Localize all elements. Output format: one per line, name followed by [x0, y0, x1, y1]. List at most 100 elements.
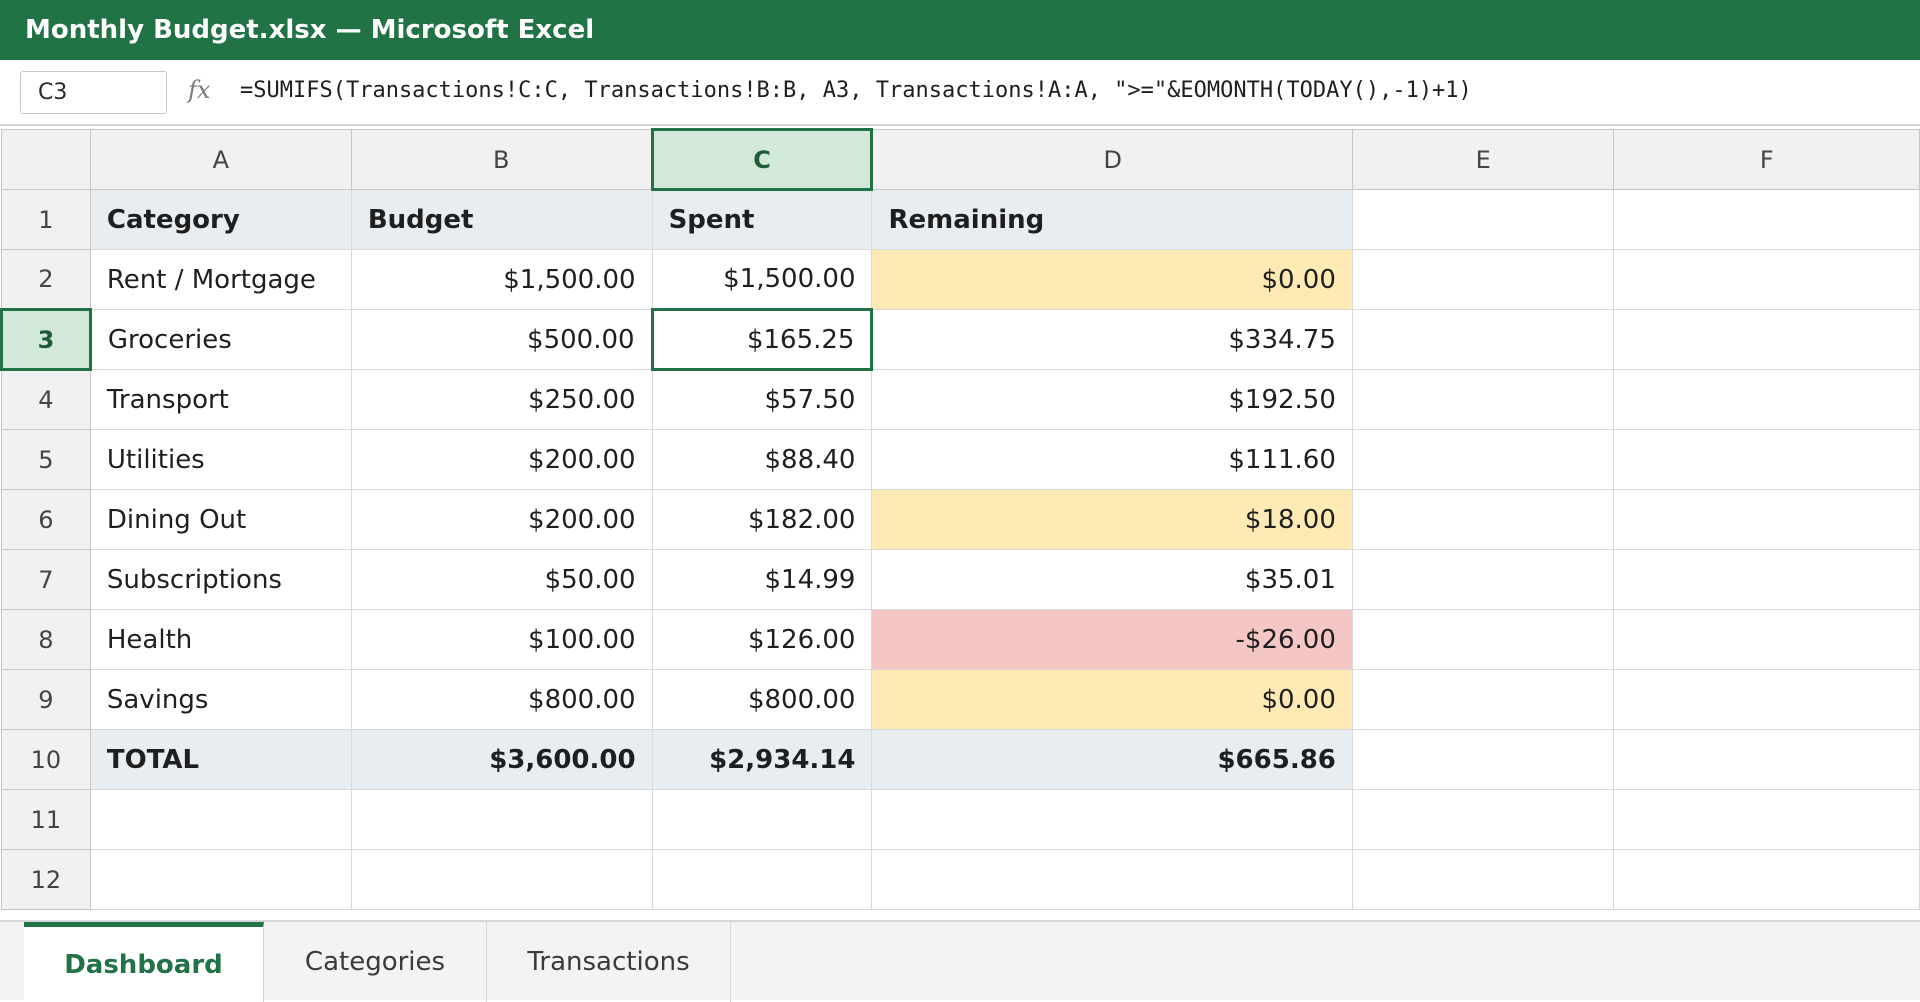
- cell-e5[interactable]: [1351, 429, 1615, 490]
- cell-d6[interactable]: $18.00: [871, 489, 1353, 550]
- cell-d9[interactable]: $0.00: [871, 669, 1353, 730]
- cell-c7[interactable]: $14.99: [651, 549, 873, 610]
- cell-b11[interactable]: [350, 789, 653, 850]
- cell-b4[interactable]: $250.00: [350, 369, 653, 430]
- row-header[interactable]: 10: [1, 729, 91, 790]
- cell-a4[interactable]: Transport: [89, 369, 352, 430]
- cell-e8[interactable]: [1351, 609, 1615, 670]
- row-header[interactable]: 4: [1, 369, 91, 430]
- cell-d2[interactable]: $0.00: [871, 249, 1353, 310]
- row-header[interactable]: 7: [1, 549, 91, 610]
- cell-b10[interactable]: $3,600.00: [350, 729, 653, 790]
- fx-icon[interactable]: fx: [188, 76, 210, 104]
- row-header[interactable]: 5: [1, 429, 91, 490]
- tab-transactions[interactable]: Transactions: [487, 922, 731, 1002]
- active-cell-c3[interactable]: $165.25: [650, 308, 874, 371]
- cell-f2[interactable]: [1613, 249, 1920, 310]
- cell-e7[interactable]: [1351, 549, 1615, 610]
- column-header-c[interactable]: C: [650, 128, 874, 191]
- column-header-f[interactable]: F: [1613, 129, 1920, 190]
- cell-f1[interactable]: [1613, 189, 1920, 250]
- cell-b9[interactable]: $800.00: [350, 669, 653, 730]
- cell-a6[interactable]: Dining Out: [89, 489, 352, 550]
- cell-a10[interactable]: TOTAL: [89, 729, 352, 790]
- cell-c11[interactable]: [651, 789, 873, 850]
- cell-f11[interactable]: [1613, 789, 1920, 850]
- row-header[interactable]: 11: [1, 789, 91, 850]
- cell-c10[interactable]: $2,934.14: [651, 729, 873, 790]
- cell-d10[interactable]: $665.86: [871, 729, 1353, 790]
- cell-a8[interactable]: Health: [89, 609, 352, 670]
- cell-e4[interactable]: [1351, 369, 1615, 430]
- cell-c8[interactable]: $126.00: [651, 609, 873, 670]
- cell-a2[interactable]: Rent / Mortgage: [89, 249, 352, 310]
- cell-e1[interactable]: [1351, 189, 1615, 250]
- cell-f7[interactable]: [1613, 549, 1920, 610]
- cell-b12[interactable]: [350, 849, 653, 910]
- cell-c4[interactable]: $57.50: [651, 369, 873, 430]
- row-header[interactable]: 6: [1, 489, 91, 550]
- row-header[interactable]: 9: [1, 669, 91, 730]
- cell-b1[interactable]: Budget: [350, 189, 653, 250]
- cell-c6[interactable]: $182.00: [651, 489, 873, 550]
- cell-d7[interactable]: $35.01: [871, 549, 1353, 610]
- row-header-selected[interactable]: 3: [0, 308, 92, 371]
- cell-e11[interactable]: [1351, 789, 1615, 850]
- cell-d11[interactable]: [871, 789, 1353, 850]
- cell-f5[interactable]: [1613, 429, 1920, 490]
- cell-f4[interactable]: [1613, 369, 1920, 430]
- cell-a7[interactable]: Subscriptions: [89, 549, 352, 610]
- row-header[interactable]: 8: [1, 609, 91, 670]
- cell-e12[interactable]: [1351, 849, 1615, 910]
- row-header[interactable]: 2: [1, 249, 91, 310]
- cell-e3[interactable]: [1351, 309, 1615, 370]
- cell-c2[interactable]: $1,500.00: [651, 249, 873, 310]
- row-header[interactable]: 1: [1, 189, 91, 250]
- table-row: 11: [1, 789, 1920, 850]
- name-box[interactable]: C3: [20, 71, 167, 114]
- column-header-d[interactable]: D: [871, 129, 1353, 190]
- cell-b6[interactable]: $200.00: [350, 489, 653, 550]
- cell-f8[interactable]: [1613, 609, 1920, 670]
- cell-a5[interactable]: Utilities: [89, 429, 352, 490]
- cell-b5[interactable]: $200.00: [350, 429, 653, 490]
- cell-f3[interactable]: [1613, 309, 1920, 370]
- column-header-a[interactable]: A: [89, 129, 352, 190]
- cell-d3[interactable]: $334.75: [871, 309, 1353, 370]
- cell-e2[interactable]: [1351, 249, 1615, 310]
- cell-f6[interactable]: [1613, 489, 1920, 550]
- table-row: 1 Category Budget Spent Remaining: [1, 189, 1920, 250]
- cell-a1[interactable]: Category: [89, 189, 352, 250]
- cell-e6[interactable]: [1351, 489, 1615, 550]
- cell-d4[interactable]: $192.50: [871, 369, 1353, 430]
- cell-b8[interactable]: $100.00: [350, 609, 653, 670]
- cell-b2[interactable]: $1,500.00: [350, 249, 653, 310]
- cell-a9[interactable]: Savings: [89, 669, 352, 730]
- cell-f9[interactable]: [1613, 669, 1920, 730]
- cell-a12[interactable]: [89, 849, 352, 910]
- column-header-b[interactable]: B: [350, 129, 653, 190]
- tab-categories[interactable]: Categories: [264, 922, 487, 1002]
- cell-e9[interactable]: [1351, 669, 1615, 730]
- cell-a3[interactable]: Groceries: [89, 309, 352, 370]
- cell-d8[interactable]: -$26.00: [871, 609, 1353, 670]
- cell-e10[interactable]: [1351, 729, 1615, 790]
- row-header[interactable]: 12: [1, 849, 91, 910]
- select-all-corner[interactable]: [1, 129, 91, 190]
- cell-d12[interactable]: [871, 849, 1353, 910]
- cell-c5[interactable]: $88.40: [651, 429, 873, 490]
- formula-input[interactable]: =SUMIFS(Transactions!C:C, Transactions!B…: [240, 78, 1472, 103]
- cell-f10[interactable]: [1613, 729, 1920, 790]
- cell-f12[interactable]: [1613, 849, 1920, 910]
- table-row: 6 Dining Out $200.00 $182.00 $18.00: [1, 489, 1920, 550]
- cell-c1[interactable]: Spent: [651, 189, 873, 250]
- cell-b7[interactable]: $50.00: [350, 549, 653, 610]
- cell-a11[interactable]: [89, 789, 352, 850]
- cell-c9[interactable]: $800.00: [651, 669, 873, 730]
- cell-c12[interactable]: [651, 849, 873, 910]
- tab-dashboard[interactable]: Dashboard: [24, 922, 264, 1002]
- cell-d1[interactable]: Remaining: [871, 189, 1353, 250]
- cell-d5[interactable]: $111.60: [871, 429, 1353, 490]
- cell-b3[interactable]: $500.00: [350, 309, 653, 370]
- column-header-e[interactable]: E: [1351, 129, 1615, 190]
